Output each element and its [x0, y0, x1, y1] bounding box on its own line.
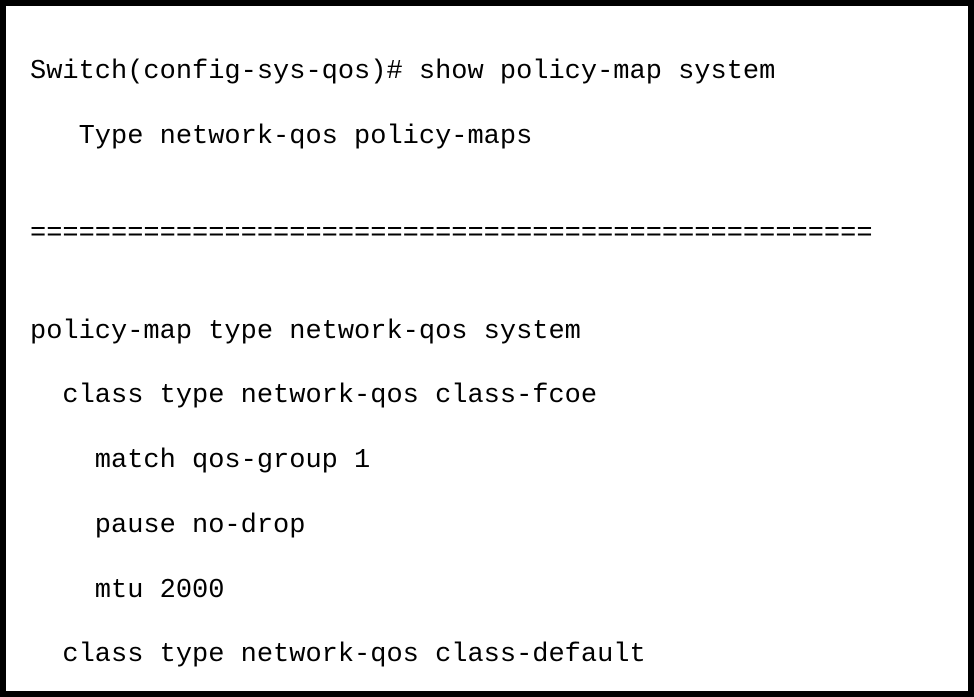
terminal-line: policy-map type network-qos system	[30, 316, 944, 348]
terminal-line: Switch(config-sys-qos)# show policy-map …	[30, 56, 944, 88]
terminal-line: mtu 2000	[30, 575, 944, 607]
terminal-line: Type network-qos policy-maps	[30, 121, 944, 153]
terminal-line: ========================================…	[30, 218, 944, 250]
terminal-line: pause no-drop	[30, 510, 944, 542]
terminal-line: class type network-qos class-default	[30, 639, 944, 671]
terminal-output: Switch(config-sys-qos)# show policy-map …	[0, 0, 974, 697]
terminal-line: class type network-qos class-fcoe	[30, 380, 944, 412]
terminal-line: match qos-group 1	[30, 445, 944, 477]
